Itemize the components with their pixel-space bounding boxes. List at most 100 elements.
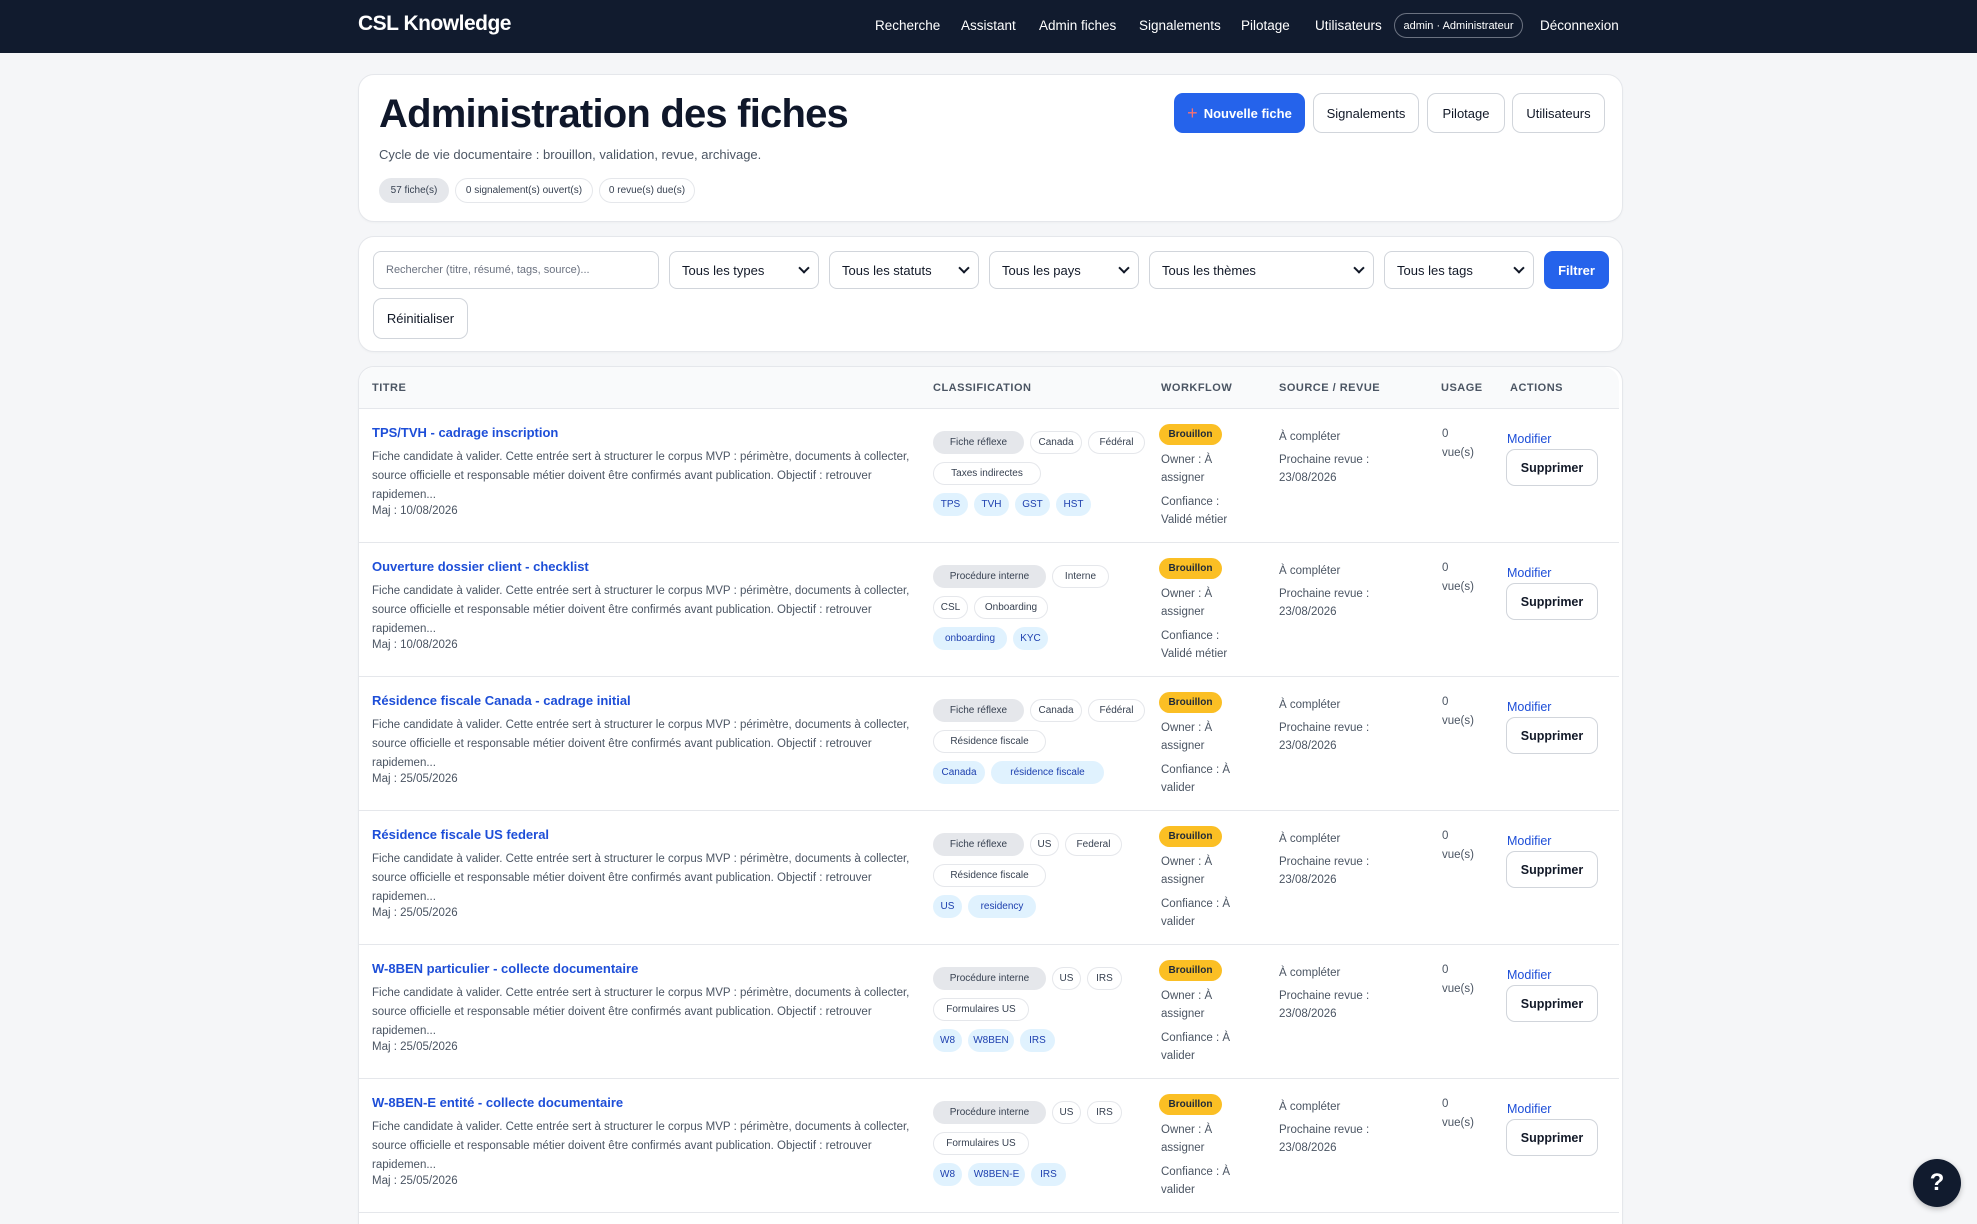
source-text: À compléter: [1279, 565, 1341, 577]
fiche-summary: Fiche candidate à valider. Cette entrée …: [372, 719, 910, 769]
tag-chip: W8BEN-E: [968, 1163, 1025, 1186]
fiche-title-link[interactable]: Résidence fiscale US federal: [372, 827, 549, 842]
fiche-title-link[interactable]: W-8BEN-E entité - collecte documentaire: [372, 1095, 623, 1110]
select-type-value: Tous les types: [682, 262, 765, 278]
fiche-title-link[interactable]: TPS/TVH - cadrage inscription: [372, 425, 558, 440]
utilisateurs-button[interactable]: Utilisateurs: [1512, 93, 1605, 133]
delete-button[interactable]: Supprimer: [1506, 717, 1598, 754]
delete-button[interactable]: Supprimer: [1506, 985, 1598, 1022]
source-text: À compléter: [1279, 431, 1341, 443]
fiche-updated-date: Maj : 25/05/2026: [372, 1175, 458, 1187]
edit-link[interactable]: Modifier: [1507, 1102, 1551, 1116]
nav-link-assistant[interactable]: Assistant: [961, 18, 1016, 33]
confidence-text: Confiance : À valider: [1161, 1166, 1231, 1196]
fiche-title-link[interactable]: Ouverture dossier client - checklist: [372, 559, 589, 574]
review-label: Prochaine revue :: [1279, 454, 1370, 466]
select-country-value: Tous les pays: [1002, 262, 1081, 278]
pilotage-button[interactable]: Pilotage: [1427, 93, 1505, 133]
col-workflow: WORKFLOW: [1161, 382, 1233, 394]
review-label: Prochaine revue :: [1279, 856, 1370, 868]
tag-chip: HST: [1056, 493, 1091, 516]
col-actions: ACTIONS: [1510, 382, 1563, 394]
classification-chip: Résidence fiscale: [933, 730, 1046, 753]
edit-link[interactable]: Modifier: [1507, 968, 1551, 982]
table-row: Ouverture dossier client - checklist Fich…: [359, 543, 1619, 677]
table-row: Résidence fiscale US federal Fiche candid…: [359, 811, 1619, 945]
edit-link[interactable]: Modifier: [1507, 566, 1551, 580]
fiche-title-link[interactable]: Résidence fiscale Canada - cadrage initi…: [372, 693, 631, 708]
classification-chip: US: [1030, 833, 1059, 856]
fiche-summary: Fiche candidate à valider. Cette entrée …: [372, 987, 910, 1037]
tag-chip: W8: [933, 1029, 962, 1052]
classification-chip: Interne: [1052, 565, 1109, 588]
tag-chip: GST: [1015, 493, 1050, 516]
source-text: À compléter: [1279, 833, 1341, 845]
edit-link[interactable]: Modifier: [1507, 700, 1551, 714]
col-usage: USAGE: [1441, 382, 1483, 394]
type-chip: Procédure interne: [933, 1101, 1046, 1124]
tag-chip: KYC: [1013, 627, 1048, 650]
logout-link[interactable]: Déconnexion: [1540, 18, 1619, 33]
delete-button[interactable]: Supprimer: [1506, 449, 1598, 486]
col-source-revue: SOURCE / REVUE: [1279, 382, 1381, 394]
confidence-text: Confiance : À valider: [1161, 764, 1231, 794]
user-badge: admin · Administrateur: [1394, 13, 1523, 38]
edit-link[interactable]: Modifier: [1507, 834, 1551, 848]
delete-button[interactable]: Supprimer: [1506, 583, 1598, 620]
fiche-title-link[interactable]: W-8BEN particulier - collecte documentai…: [372, 961, 638, 976]
new-fiche-button[interactable]: + Nouvelle fiche: [1174, 93, 1305, 133]
select-tag-value: Tous les tags: [1397, 262, 1473, 278]
usage-label: vue(s): [1442, 983, 1474, 995]
reset-button[interactable]: Réinitialiser: [373, 298, 468, 339]
review-label: Prochaine revue :: [1279, 588, 1370, 600]
classification-chip: Fédéral: [1088, 431, 1145, 454]
select-status[interactable]: Tous les statuts: [829, 251, 979, 289]
brand-logo[interactable]: CSL Knowledge: [358, 12, 511, 36]
filter-button[interactable]: Filtrer: [1544, 251, 1609, 289]
page-title: Administration des fiches: [379, 92, 849, 136]
tag-chip: résidence fiscale: [991, 761, 1104, 784]
stat-fiches: 57 fiche(s): [379, 178, 449, 203]
chevron-down-icon: [1353, 262, 1365, 274]
select-type[interactable]: Tous les types: [669, 251, 819, 289]
select-theme[interactable]: Tous les thèmes: [1149, 251, 1374, 289]
nav-link-admin-fiches[interactable]: Admin fiches: [1039, 18, 1116, 33]
select-tag[interactable]: Tous les tags: [1384, 251, 1534, 289]
review-date: 23/08/2026: [1279, 1008, 1337, 1020]
source-text: À compléter: [1279, 967, 1341, 979]
status-badge: Brouillon: [1159, 424, 1222, 445]
tag-chip: IRS: [1020, 1029, 1055, 1052]
chevron-down-icon: [958, 262, 970, 274]
select-country[interactable]: Tous les pays: [989, 251, 1139, 289]
fiche-updated-date: Maj : 25/05/2026: [372, 1041, 458, 1053]
usage-label: vue(s): [1442, 849, 1474, 861]
usage-label: vue(s): [1442, 715, 1474, 727]
search-input[interactable]: Rechercher (titre, résumé, tags, source)…: [373, 251, 659, 289]
signalements-button[interactable]: Signalements: [1313, 93, 1419, 133]
table-row: W-8BEN-E entité - collecte documentaire F…: [359, 1079, 1619, 1213]
confidence-text: Confiance : À valider: [1161, 1032, 1231, 1062]
delete-button[interactable]: Supprimer: [1506, 851, 1598, 888]
nav-link-utilisateurs[interactable]: Utilisateurs: [1315, 18, 1382, 33]
fiche-updated-date: Maj : 10/08/2026: [372, 639, 458, 651]
tag-chip: Canada: [933, 761, 985, 784]
header-card: Administration des fiches Cycle de vie d…: [358, 74, 1623, 222]
confidence-text: Confiance : Validé métier: [1161, 630, 1228, 660]
delete-button[interactable]: Supprimer: [1506, 1119, 1598, 1156]
nav-link-signalements[interactable]: Signalements: [1139, 18, 1221, 33]
status-badge: Brouillon: [1159, 558, 1222, 579]
edit-link[interactable]: Modifier: [1507, 432, 1551, 446]
plus-icon: +: [1187, 102, 1198, 123]
classification-chip: IRS: [1087, 967, 1122, 990]
review-date: 23/08/2026: [1279, 606, 1337, 618]
tag-chip: residency: [968, 895, 1036, 918]
help-button[interactable]: ?: [1913, 1159, 1961, 1207]
owner-text: Owner : À assigner: [1161, 990, 1213, 1020]
usage-label: vue(s): [1442, 447, 1474, 459]
status-badge: Brouillon: [1159, 960, 1222, 981]
classification-chip: Formulaires US: [933, 998, 1029, 1021]
nav-link-pilotage[interactable]: Pilotage: [1241, 18, 1290, 33]
search-placeholder: Rechercher (titre, résumé, tags, source)…: [386, 264, 590, 276]
nav-link-recherche[interactable]: Recherche: [875, 18, 940, 33]
usage-label: vue(s): [1442, 581, 1474, 593]
